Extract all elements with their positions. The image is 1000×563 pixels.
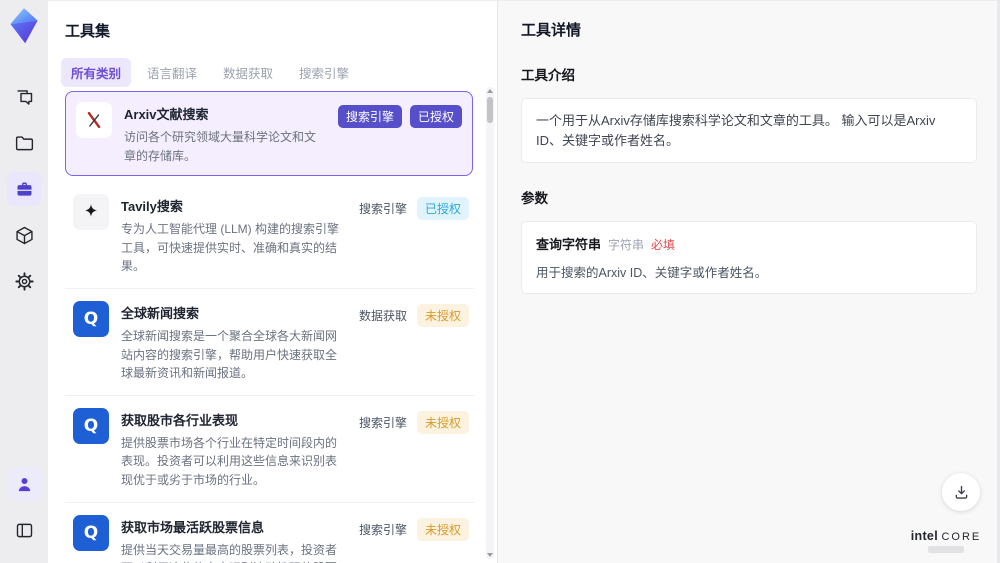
left-rail xyxy=(0,0,48,563)
category-badge: 搜索引擎 xyxy=(358,522,407,537)
tool-detail-panel: 工具详情 工具介绍 一个用于从Arxiv存储库搜索科学论文和文章的工具。 输入可… xyxy=(497,1,997,563)
intro-card: 一个用于从Arxiv存储库搜索科学论文和文章的工具。 输入可以是Arxiv ID… xyxy=(521,98,977,163)
sidebar-item-account[interactable] xyxy=(7,467,41,501)
tool-description: 全球新闻搜索是一个聚合全球各大新闻网站内容的搜索引擎，帮助用户快速获取全球最新资… xyxy=(121,328,338,381)
tool-description: 提供股票市场各个行业在特定时间段内的表现。投资者可以利用这些信息来识别表现优于或… xyxy=(121,435,338,487)
blue-q-logo-icon: Q xyxy=(73,300,109,337)
download-button[interactable] xyxy=(942,473,980,511)
param-type: 字符串 xyxy=(608,238,645,252)
category-badge: 数据获取 xyxy=(358,308,407,323)
tool-description: 访问各个研究领域大量科学论文和文章的存储库。 xyxy=(124,130,317,163)
param-description: 用于搜索的Arxiv ID、关键字或作者姓名。 xyxy=(536,266,768,280)
tool-description: 提供当天交易量最高的股票列表，投资者可以利用这些信息来识别流动性强的股票和潜在的… xyxy=(121,542,338,563)
brand-subline xyxy=(928,546,964,553)
toolbox-icon xyxy=(14,179,35,200)
blue-q-logo-icon: Q xyxy=(73,514,109,551)
sidebar-item-tools[interactable] xyxy=(7,172,41,206)
tab-all-categories[interactable]: 所有类别 xyxy=(61,58,132,87)
chat-icon xyxy=(14,87,35,108)
download-icon xyxy=(952,483,971,502)
tool-list-item-arxiv[interactable]: Arxiv文献搜索 访问各个研究领域大量科学论文和文章的存储库。 搜索引擎 已授… xyxy=(65,91,473,177)
tool-list-item-tavily[interactable]: Tavily搜索 专为人工智能代理 (LLM) 构建的搜索引擎工具，可快速提供实… xyxy=(65,182,475,288)
tool-list: Arxiv文献搜索 访问各个研究领域大量科学论文和文章的存储库。 搜索引擎 已授… xyxy=(48,85,483,563)
tab-data-fetch[interactable]: 数据获取 xyxy=(213,58,283,87)
auth-status-badge: 未授权 xyxy=(416,410,469,434)
auth-status-badge: 未授权 xyxy=(416,517,469,541)
list-scrollbar[interactable] xyxy=(486,87,494,559)
scroll-up-arrow-icon[interactable] xyxy=(487,89,493,93)
intro-text: 一个用于从Arxiv存储库搜索科学论文和文章的工具。 输入可以是Arxiv ID… xyxy=(536,113,936,148)
app-window: 工具集 所有类别 语言翻译 数据获取 搜索引擎 Arxiv文献搜索 访问各个研究… xyxy=(0,0,1000,563)
auth-status-badge: 未授权 xyxy=(416,303,469,327)
brand-intel-text: intel xyxy=(910,529,938,543)
param-name: 查询字符串 xyxy=(536,237,602,252)
tool-list-item-stock-sector[interactable]: Q 获取股市各行业表现 提供股票市场各个行业在特定时间段内的表现。投资者可以利用… xyxy=(65,394,475,502)
tab-search-engine[interactable]: 搜索引擎 xyxy=(289,58,359,87)
category-tabs: 所有类别 语言翻译 数据获取 搜索引擎 xyxy=(48,41,497,87)
main-content: 工具集 所有类别 语言翻译 数据获取 搜索引擎 Arxiv文献搜索 访问各个研究… xyxy=(48,0,997,563)
sidebar-item-files[interactable] xyxy=(7,126,41,160)
cube-icon xyxy=(14,225,35,246)
tab-language-translation[interactable]: 语言翻译 xyxy=(137,58,207,87)
tool-name: Arxiv文献搜索 xyxy=(124,107,209,122)
tools-panel: 工具集 所有类别 语言翻译 数据获取 搜索引擎 Arxiv文献搜索 访问各个研究… xyxy=(48,1,497,563)
app-logo xyxy=(7,7,41,44)
auth-status-badge: 已授权 xyxy=(409,105,462,128)
scroll-down-arrow-icon[interactable] xyxy=(487,553,493,557)
category-badge: 搜索引擎 xyxy=(337,105,402,128)
tool-name: 获取市场最活跃股票信息 xyxy=(121,519,265,535)
auth-status-badge: 已授权 xyxy=(416,197,469,221)
param-required-badge: 必填 xyxy=(651,238,676,252)
params-heading: 参数 xyxy=(521,191,548,206)
category-badge: 搜索引擎 xyxy=(358,202,407,217)
tool-name: 获取股市各行业表现 xyxy=(121,412,239,428)
sidebar-item-chat[interactable] xyxy=(7,80,41,114)
tool-list-item-global-news[interactable]: Q 全球新闻搜索 全球新闻搜索是一个聚合全球各大新闻网站内容的搜索引擎，帮助用户… xyxy=(65,287,475,395)
category-badge: 搜索引擎 xyxy=(358,415,407,430)
blue-q-logo-icon: Q xyxy=(73,407,109,444)
user-icon xyxy=(14,474,35,495)
settings-gear-icon xyxy=(14,271,35,292)
tool-description: 专为人工智能代理 (LLM) 构建的搜索引擎工具，可快速提供实时、准确和真实的结… xyxy=(121,222,340,274)
param-card: 查询字符串 字符串 必填 用于搜索的Arxiv ID、关键字或作者姓名。 xyxy=(521,221,977,294)
scrollbar-thumb[interactable] xyxy=(487,97,493,123)
panel-toggle-icon xyxy=(14,520,35,541)
detail-title: 工具详情 xyxy=(521,22,582,39)
intro-heading: 工具介绍 xyxy=(521,68,575,83)
tool-list-item-active-stocks[interactable]: Q 获取市场最活跃股票信息 提供当天交易量最高的股票列表，投资者可以利用这些信息… xyxy=(65,501,475,563)
sidebar-item-panel-toggle[interactable] xyxy=(7,513,41,547)
intel-core-logo: intel CORE xyxy=(907,529,985,553)
arxiv-logo-icon xyxy=(76,102,112,138)
page-title: 工具集 xyxy=(65,23,111,40)
brand-core-text: CORE xyxy=(941,531,982,543)
tool-name: Tavily搜索 xyxy=(121,199,183,215)
sparkle-icon xyxy=(73,194,109,231)
sidebar-item-settings[interactable] xyxy=(7,264,41,298)
folder-icon xyxy=(14,133,35,154)
sidebar-item-packages[interactable] xyxy=(7,218,41,252)
tool-name: 全球新闻搜索 xyxy=(121,305,200,321)
